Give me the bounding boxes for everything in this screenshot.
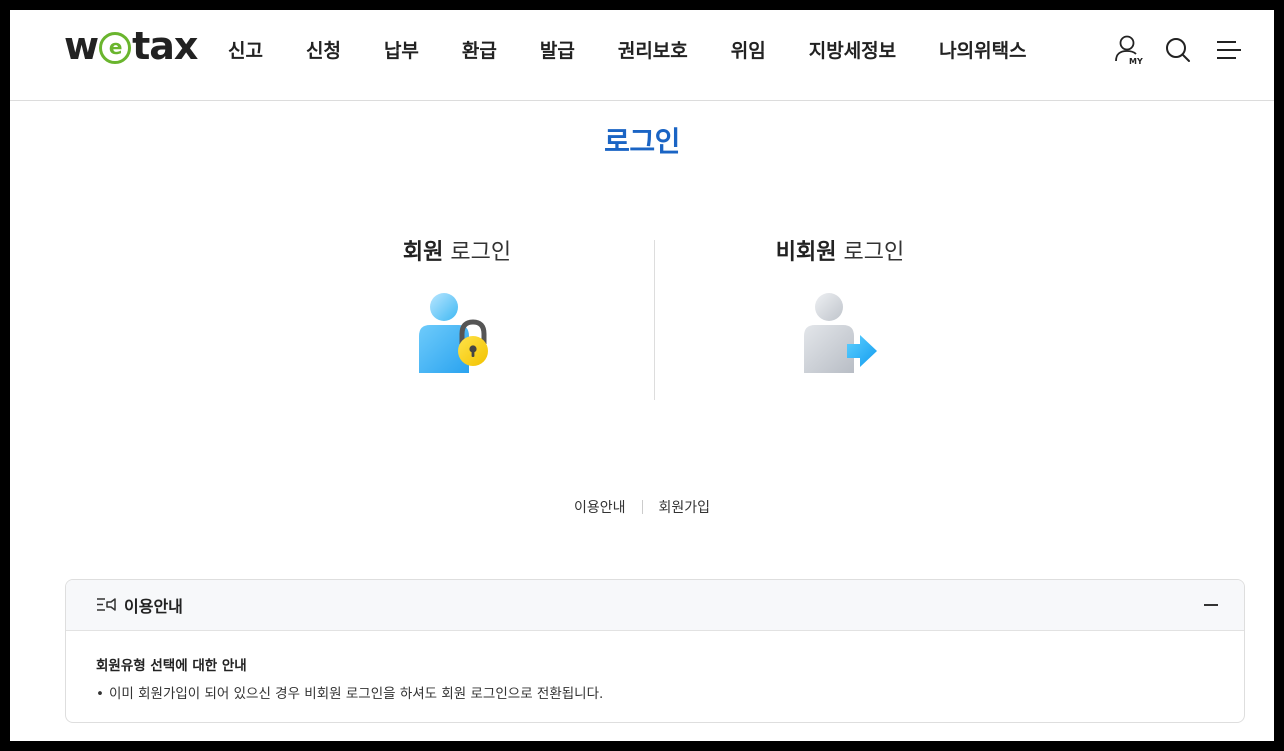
usage-guide-box: 이용안내 회원유형 선택에 대한 안내 • 이미 회원가입이 되어 있으신 경우 …: [65, 579, 1245, 723]
member-login-rest: 로그인: [443, 240, 512, 265]
nav-item-delegation[interactable]: 위임: [731, 36, 766, 63]
nav-item-refund[interactable]: 환급: [462, 36, 497, 63]
page-frame: w e tax 신고 신청 납부 환급 발급 권리보호 위임 지방세정보 나의위택스…: [10, 10, 1274, 741]
my-page-button[interactable]: MY: [1112, 34, 1144, 66]
nav-item-rights[interactable]: 권리보호: [618, 36, 688, 63]
nav-item-local-tax-info[interactable]: 지방세정보: [809, 36, 896, 63]
signup-link[interactable]: 회원가입: [659, 497, 711, 517]
usage-guide-header[interactable]: 이용안내: [66, 580, 1244, 631]
my-user-icon: MY: [1115, 35, 1143, 66]
nav-item-report[interactable]: 신고: [228, 36, 263, 63]
link-separator: [641, 500, 643, 514]
guide-link[interactable]: 이용안내: [574, 497, 626, 517]
guest-login-bold: 비회원: [775, 240, 837, 265]
login-divider: [654, 240, 655, 400]
member-lock-icon: [419, 293, 488, 373]
member-login-button[interactable]: 회원 로그인: [292, 238, 622, 398]
logo-text-post: tax: [132, 24, 198, 68]
nav-item-payment[interactable]: 납부: [384, 36, 419, 63]
usage-guide-bullet-text: 이미 회원가입이 되어 있으신 경우 비회원 로그인을 하셔도 회원 로그인으로…: [108, 686, 604, 702]
member-login-bold: 회원: [402, 240, 444, 265]
guest-login-heading: 비회원 로그인: [675, 238, 1005, 268]
guest-arrow-icon: [804, 293, 877, 373]
usage-guide-body: 회원유형 선택에 대한 안내 • 이미 회원가입이 되어 있으신 경우 비회원 로…: [96, 654, 1196, 702]
nav-item-apply[interactable]: 신청: [306, 36, 341, 63]
guest-login-rest: 로그인: [836, 240, 905, 265]
usage-guide-bullet: • 이미 회원가입이 되어 있으신 경우 비회원 로그인을 하셔도 회원 로그인으…: [96, 682, 1196, 702]
usage-guide-subtitle: 회원유형 선택에 대한 안내: [96, 658, 247, 674]
wetax-logo[interactable]: w e tax: [64, 24, 198, 68]
guest-login-button[interactable]: 비회원 로그인: [675, 238, 1005, 398]
nav-item-my-wetax[interactable]: 나의위택스: [939, 36, 1026, 63]
site-header: w e tax 신고 신청 납부 환급 발급 권리보호 위임 지방세정보 나의위택스…: [10, 10, 1274, 101]
all-menu-button[interactable]: [1212, 34, 1244, 66]
collapse-minus-icon[interactable]: [1200, 594, 1222, 616]
sub-links: 이용안내 회원가입: [10, 497, 1274, 517]
usage-guide-title: 이용안내: [124, 597, 183, 616]
search-icon: [1166, 38, 1190, 62]
hamburger-menu-icon: [1217, 41, 1241, 59]
notice-list-icon: [97, 598, 116, 611]
member-login-heading: 회원 로그인: [292, 238, 622, 268]
nav-item-issue[interactable]: 발급: [540, 36, 575, 63]
bullet-mark: •: [96, 686, 104, 702]
my-label: MY: [1129, 57, 1143, 66]
logo-e-ring: e: [99, 32, 132, 64]
search-button[interactable]: [1162, 34, 1194, 66]
main-nav: 신고 신청 납부 환급 발급 권리보호 위임 지방세정보 나의위택스: [228, 34, 1027, 64]
page-title: 로그인: [604, 125, 680, 158]
logo-text-pre: w: [64, 24, 99, 68]
